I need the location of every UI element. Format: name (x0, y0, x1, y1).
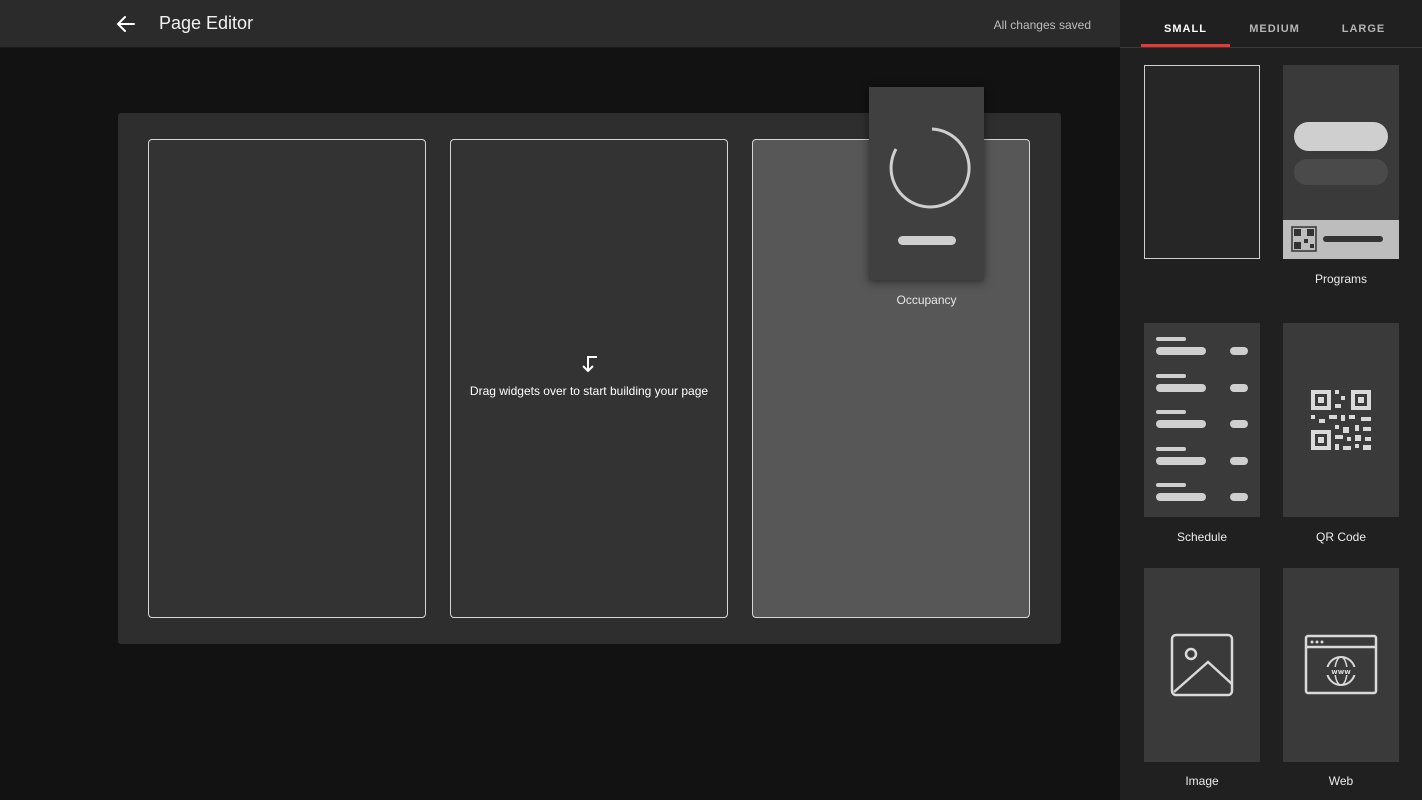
qr-code-icon (1311, 390, 1371, 450)
widget-sidebar: SMALL MEDIUM LARGE Programs Schedule QR … (1120, 0, 1422, 800)
web-browser-icon: www (1304, 634, 1378, 695)
widget-card-programs[interactable] (1283, 65, 1399, 259)
dragging-occupancy-widget[interactable] (869, 87, 984, 280)
widget-slot-1[interactable] (148, 139, 426, 618)
schedule-preview-icon (1156, 337, 1248, 501)
save-status: All changes saved (993, 18, 1091, 32)
drop-hint: Drag widgets over to start building your… (451, 354, 727, 400)
widget-card-web[interactable]: www (1283, 568, 1399, 762)
tab-medium[interactable]: MEDIUM (1230, 0, 1319, 48)
occupancy-gauge-icon (889, 127, 971, 245)
svg-text:www: www (1331, 668, 1351, 676)
widget-card-blank[interactable] (1144, 65, 1260, 259)
widget-slot-2[interactable]: Drag widgets over to start building your… (450, 139, 728, 618)
active-tab-indicator (1141, 44, 1230, 47)
size-tabs: SMALL MEDIUM LARGE (1120, 0, 1422, 48)
widget-label-web: Web (1328, 774, 1354, 788)
back-arrow-icon[interactable] (112, 10, 140, 38)
page-title: Page Editor (159, 13, 254, 33)
widget-label-schedule: Schedule (1176, 530, 1228, 544)
dragging-widget-label: Occupancy (896, 293, 957, 307)
image-icon (1170, 633, 1234, 697)
top-bar: Page Editor All changes saved (0, 0, 1120, 48)
tab-small[interactable]: SMALL (1141, 0, 1230, 48)
widget-label-programs: Programs (1314, 272, 1367, 286)
programs-preview-icon (1283, 122, 1399, 259)
widget-card-image[interactable] (1144, 568, 1260, 762)
drop-hint-text: Drag widgets over to start building your… (469, 384, 709, 398)
tab-large[interactable]: LARGE (1319, 0, 1408, 48)
drop-arrow-icon (582, 356, 597, 373)
widget-label-image: Image (1185, 774, 1219, 788)
widget-card-schedule[interactable] (1144, 323, 1260, 517)
widget-card-qr-code[interactable] (1283, 323, 1399, 517)
widget-label-qr-code: QR Code (1315, 530, 1367, 544)
